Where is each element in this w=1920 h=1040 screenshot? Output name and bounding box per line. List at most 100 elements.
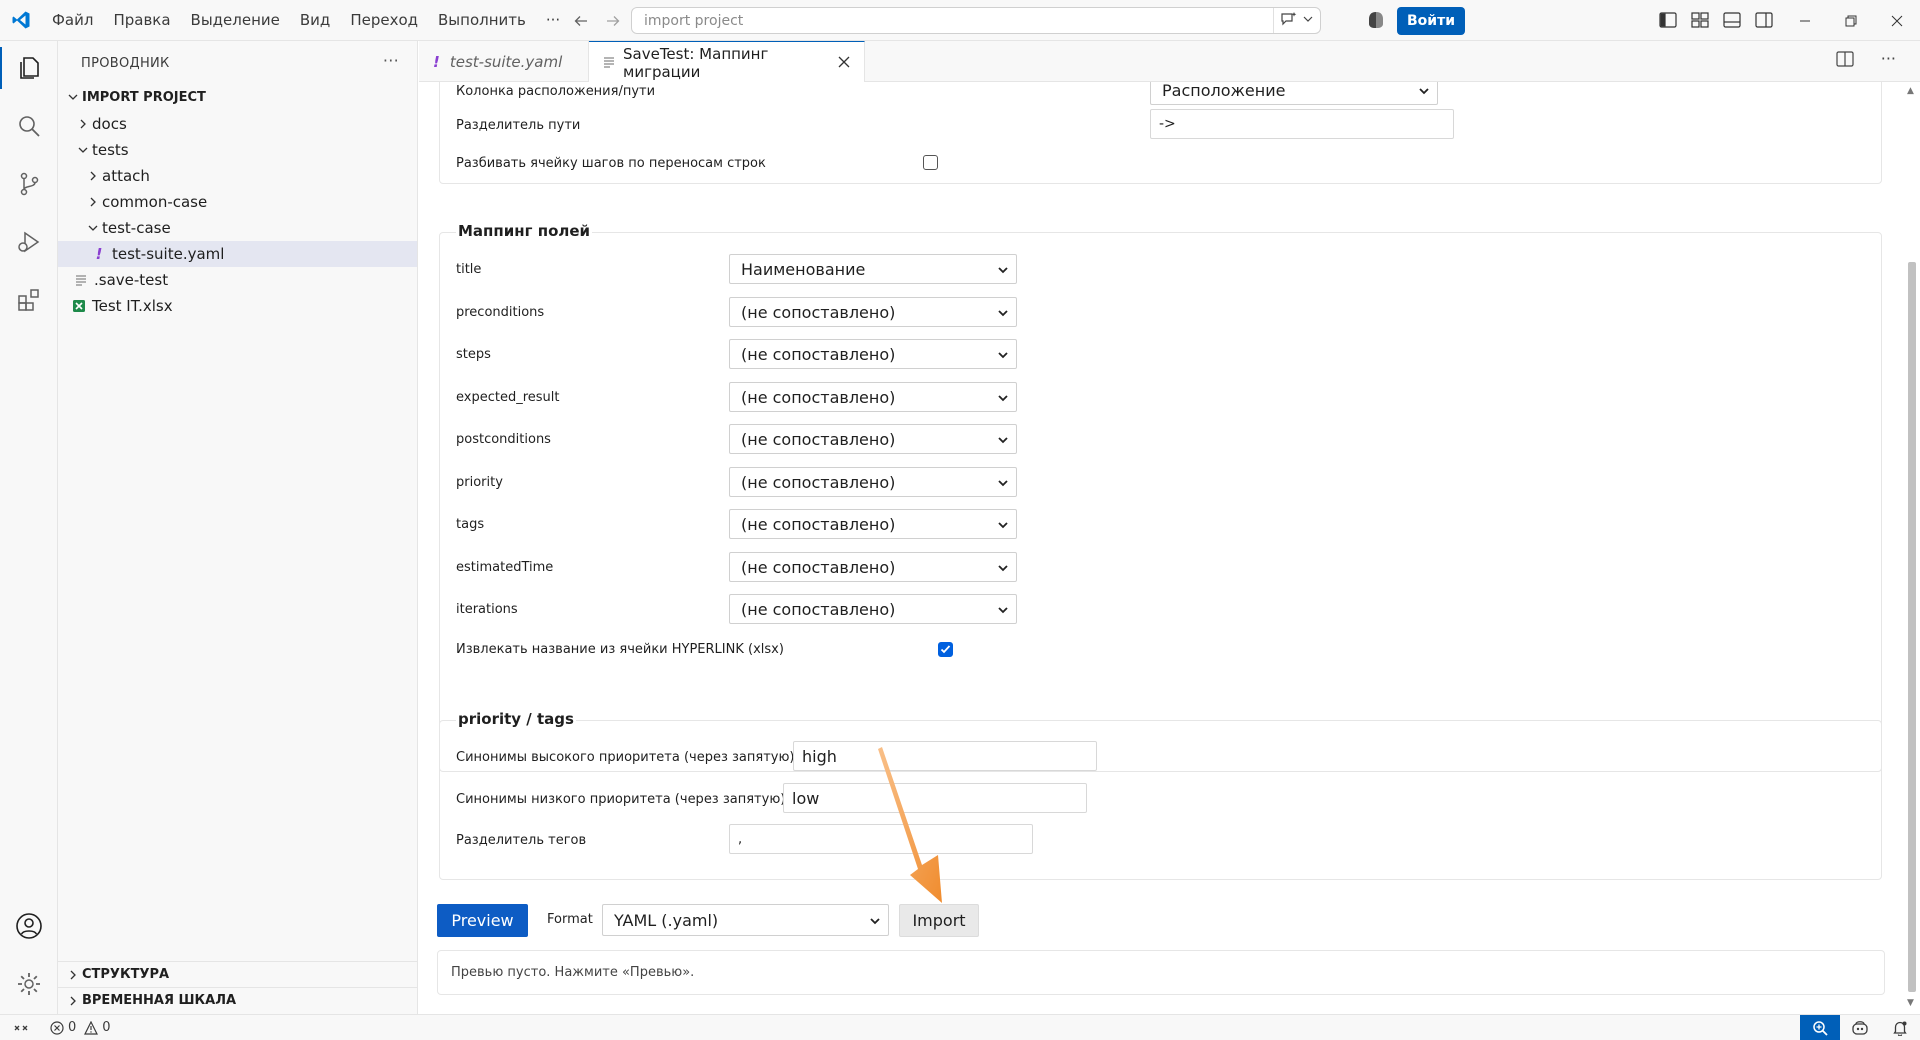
field-row-steps: steps: [456, 340, 491, 368]
field-label: title: [456, 261, 482, 277]
tree-item-label: common-case: [102, 193, 208, 211]
field-select-steps[interactable]: (не сопоставлено): [729, 339, 1017, 369]
scroll-up-icon[interactable]: ▲: [1907, 86, 1914, 96]
tag-separator-input[interactable]: ,: [729, 824, 1033, 854]
tree-item-common-case[interactable]: common-case: [58, 189, 417, 215]
customize-layout-icon[interactable]: [1687, 8, 1713, 32]
warning-count: 0: [102, 1020, 111, 1035]
tree-item-test-case[interactable]: test-case: [58, 215, 417, 241]
chevron-down-icon[interactable]: [1302, 13, 1314, 29]
error-icon: [50, 1020, 64, 1035]
tree-item-tests[interactable]: tests: [58, 137, 417, 163]
split-steps-checkbox[interactable]: [923, 155, 938, 170]
field-select-postconditions[interactable]: (не сопоставлено): [729, 424, 1017, 454]
tree-item-test-suite-yaml[interactable]: ! test-suite.yaml: [58, 241, 417, 267]
preview-button[interactable]: Preview: [437, 904, 528, 937]
tree-item-attach[interactable]: attach: [58, 163, 417, 189]
source-control-icon[interactable]: [0, 159, 58, 209]
remote-icon[interactable]: [0, 1015, 42, 1040]
import-button[interactable]: Import: [899, 904, 979, 937]
tree-item-save-test[interactable]: .save-test: [58, 267, 417, 293]
toggle-secondary-sidebar-icon[interactable]: [1751, 8, 1777, 32]
preview-output: Превью пусто. Нажмите «Превью».: [437, 950, 1885, 995]
search-icon[interactable]: [0, 101, 58, 151]
field-select-preconditions[interactable]: (не сопоставлено): [729, 297, 1017, 327]
field-row-priority: priority: [456, 468, 503, 496]
field-label: tags: [456, 516, 485, 532]
low-priority-input[interactable]: low: [783, 783, 1087, 813]
run-debug-icon[interactable]: [0, 217, 58, 267]
field-select-priority[interactable]: (не сопоставлено): [729, 467, 1017, 497]
zoom-icon[interactable]: [1800, 1015, 1840, 1040]
path-column-select[interactable]: Расположение: [1150, 82, 1438, 105]
chevron-down-icon: [996, 347, 1010, 366]
path-column-value: Расположение: [1162, 82, 1286, 100]
sidebar-header: ПРОВОДНИК ···: [58, 41, 417, 85]
menu-file[interactable]: Файл: [42, 0, 103, 41]
format-select[interactable]: YAML (.yaml): [602, 904, 889, 936]
path-separator-row: Разделитель пути: [456, 111, 580, 139]
priority-tags-section: priority / tags Синонимы высокого приори…: [439, 710, 1882, 880]
minimize-icon[interactable]: [1782, 0, 1828, 41]
problems-indicator[interactable]: 0 0: [50, 1020, 111, 1035]
menu-more[interactable]: ···: [536, 0, 570, 41]
menu-selection[interactable]: Выделение: [181, 0, 290, 41]
tree-item-label: tests: [92, 141, 129, 159]
field-select-expected-result[interactable]: (не сопоставлено): [729, 382, 1017, 412]
close-icon[interactable]: [838, 53, 850, 72]
field-label: expected_result: [456, 389, 560, 405]
field-select-tags[interactable]: (не сопоставлено): [729, 509, 1017, 539]
field-row-postconditions: postconditions: [456, 425, 551, 453]
tree-item-test-it-xlsx[interactable]: Test IT.xlsx: [58, 293, 417, 319]
restore-icon[interactable]: [1828, 0, 1874, 41]
tab-label: SaveTest: Маппинг миграции: [623, 44, 769, 81]
toggle-primary-sidebar-icon[interactable]: [1655, 8, 1681, 32]
notifications-bell-icon[interactable]: [1880, 1015, 1920, 1040]
toggle-panel-icon[interactable]: [1719, 8, 1745, 32]
scroll-down-icon[interactable]: ▼: [1907, 998, 1914, 1008]
field-select-iterations[interactable]: (не сопоставлено): [729, 594, 1017, 624]
timeline-section[interactable]: ВРЕМЕННАЯ ШКАЛА: [58, 987, 418, 1013]
path-column-row: Колонка расположения/пути: [456, 82, 655, 105]
sign-in-button[interactable]: Войти: [1397, 7, 1466, 35]
tab-label: test-suite.yaml: [449, 52, 563, 71]
more-actions-icon[interactable]: ···: [1881, 49, 1896, 68]
command-center-search[interactable]: import project: [631, 7, 1321, 34]
status-right: [1800, 1015, 1920, 1040]
forward-arrow-icon[interactable]: [598, 6, 628, 36]
gear-icon[interactable]: [0, 959, 58, 1009]
copilot-icon[interactable]: [1366, 10, 1386, 34]
explorer-icon[interactable]: [0, 43, 58, 93]
account-icon[interactable]: [0, 901, 58, 951]
menu-go[interactable]: Переход: [340, 0, 428, 41]
field-label: steps: [456, 346, 491, 362]
back-arrow-icon[interactable]: [566, 6, 596, 36]
priority-tags-title: priority / tags: [456, 710, 576, 728]
tree-item-label: .save-test: [94, 271, 169, 289]
tab-test-suite-yaml[interactable]: ! test-suite.yaml: [419, 41, 589, 82]
copilot-status-icon[interactable]: [1840, 1015, 1880, 1040]
high-priority-input[interactable]: high: [793, 741, 1097, 771]
close-window-icon[interactable]: [1874, 0, 1920, 41]
split-editor-icon[interactable]: [1836, 51, 1854, 71]
menu-view[interactable]: Вид: [290, 0, 340, 41]
menu-run[interactable]: Выполнить: [428, 0, 536, 41]
tree-root[interactable]: IMPORT PROJECT: [58, 85, 417, 109]
more-actions-icon[interactable]: ···: [383, 51, 399, 70]
tree-item-docs[interactable]: docs: [58, 111, 417, 137]
format-label: Format: [547, 912, 593, 927]
chat-sparkle-icon[interactable]: [1280, 11, 1298, 31]
scroll-thumb[interactable]: [1908, 262, 1916, 992]
outline-section[interactable]: СТРУКТУРА: [58, 961, 418, 987]
extensions-icon[interactable]: [0, 275, 58, 325]
menu-edit[interactable]: Правка: [103, 0, 180, 41]
editor-scrollbar[interactable]: ▲ ▼: [1904, 82, 1920, 1014]
tab-savetest-mapping[interactable]: SaveTest: Маппинг миграции: [589, 41, 865, 83]
field-select-title[interactable]: Наименование: [729, 254, 1017, 284]
path-separator-input[interactable]: ->: [1150, 109, 1454, 139]
hyperlink-checkbox[interactable]: [938, 642, 953, 657]
chevron-down-icon: [868, 913, 882, 932]
yaml-file-icon: !: [95, 245, 103, 263]
field-select-estimated-time[interactable]: (не сопоставлено): [729, 552, 1017, 582]
chevron-down-icon: [996, 390, 1010, 409]
